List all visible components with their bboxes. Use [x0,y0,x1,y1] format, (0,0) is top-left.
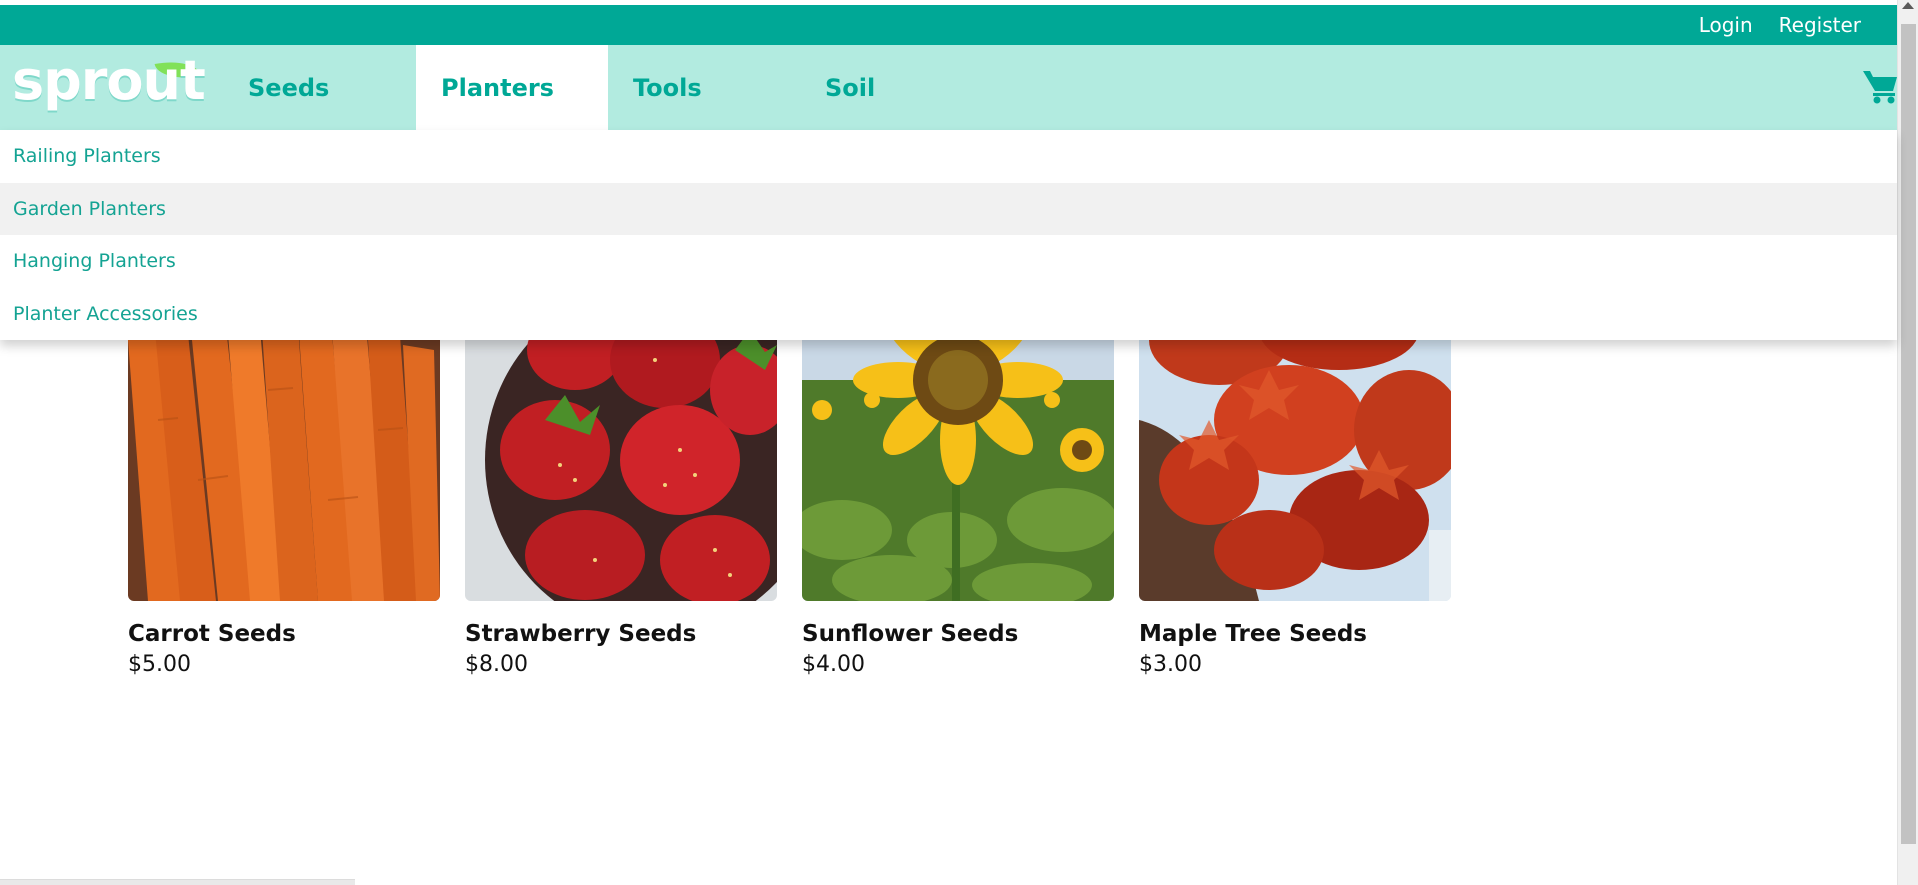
horizontal-scrollbar[interactable] [0,879,355,885]
maple-leaves-photo[interactable] [1139,300,1451,601]
dropdown-item-planter-accessories[interactable]: Planter Accessories [0,288,1897,341]
product-card[interactable]: Strawberry Seeds $8.00 [465,300,777,677]
product-name[interactable]: Strawberry Seeds [465,621,777,647]
sunflower-photo[interactable] [802,300,1114,601]
login-link[interactable]: Login [1699,13,1753,37]
register-link[interactable]: Register [1779,13,1861,37]
product-name[interactable]: Maple Tree Seeds [1139,621,1451,647]
planters-dropdown-menu: Railing Planters Garden Planters Hanging… [0,130,1897,340]
product-card[interactable]: Maple Tree Seeds $3.00 [1139,300,1451,677]
top-bar: Login Register [0,5,1897,45]
account-links: Login Register [1699,5,1861,45]
vertical-scrollbar[interactable] [1897,0,1918,885]
scroll-up-arrow-icon[interactable] [1902,2,1914,9]
site-logo[interactable]: sprout [12,49,206,112]
product-card[interactable]: Carrot Seeds $5.00 [128,300,440,677]
nav-item-seeds[interactable]: Seeds [210,45,390,130]
dropdown-item-garden-planters[interactable]: Garden Planters [0,182,1897,235]
product-price: $4.00 [802,652,865,677]
product-price: $8.00 [465,652,528,677]
product-name[interactable]: Carrot Seeds [128,621,440,647]
product-price: $5.00 [128,652,191,677]
nav-item-planters[interactable]: Planters [416,45,608,130]
product-grid: Carrot Seeds $5.00 Strawberry Seeds $8.0… [128,300,1451,677]
cart-icon[interactable] [1863,67,1897,105]
nav-item-tools[interactable]: Tools [608,45,788,130]
product-name[interactable]: Sunflower Seeds [802,621,1114,647]
product-price: $3.00 [1139,652,1202,677]
carrots-photo[interactable] [128,300,440,601]
scrollbar-thumb[interactable] [1901,24,1916,844]
nav-item-soil[interactable]: Soil [800,45,980,130]
strawberries-photo[interactable] [465,300,777,601]
dropdown-item-hanging-planters[interactable]: Hanging Planters [0,235,1897,288]
dropdown-item-railing-planters[interactable]: Railing Planters [0,130,1897,183]
product-card[interactable]: Sunflower Seeds $4.00 [802,300,1114,677]
main-nav: sprout Seeds Planters Tools Soil [0,45,1897,130]
